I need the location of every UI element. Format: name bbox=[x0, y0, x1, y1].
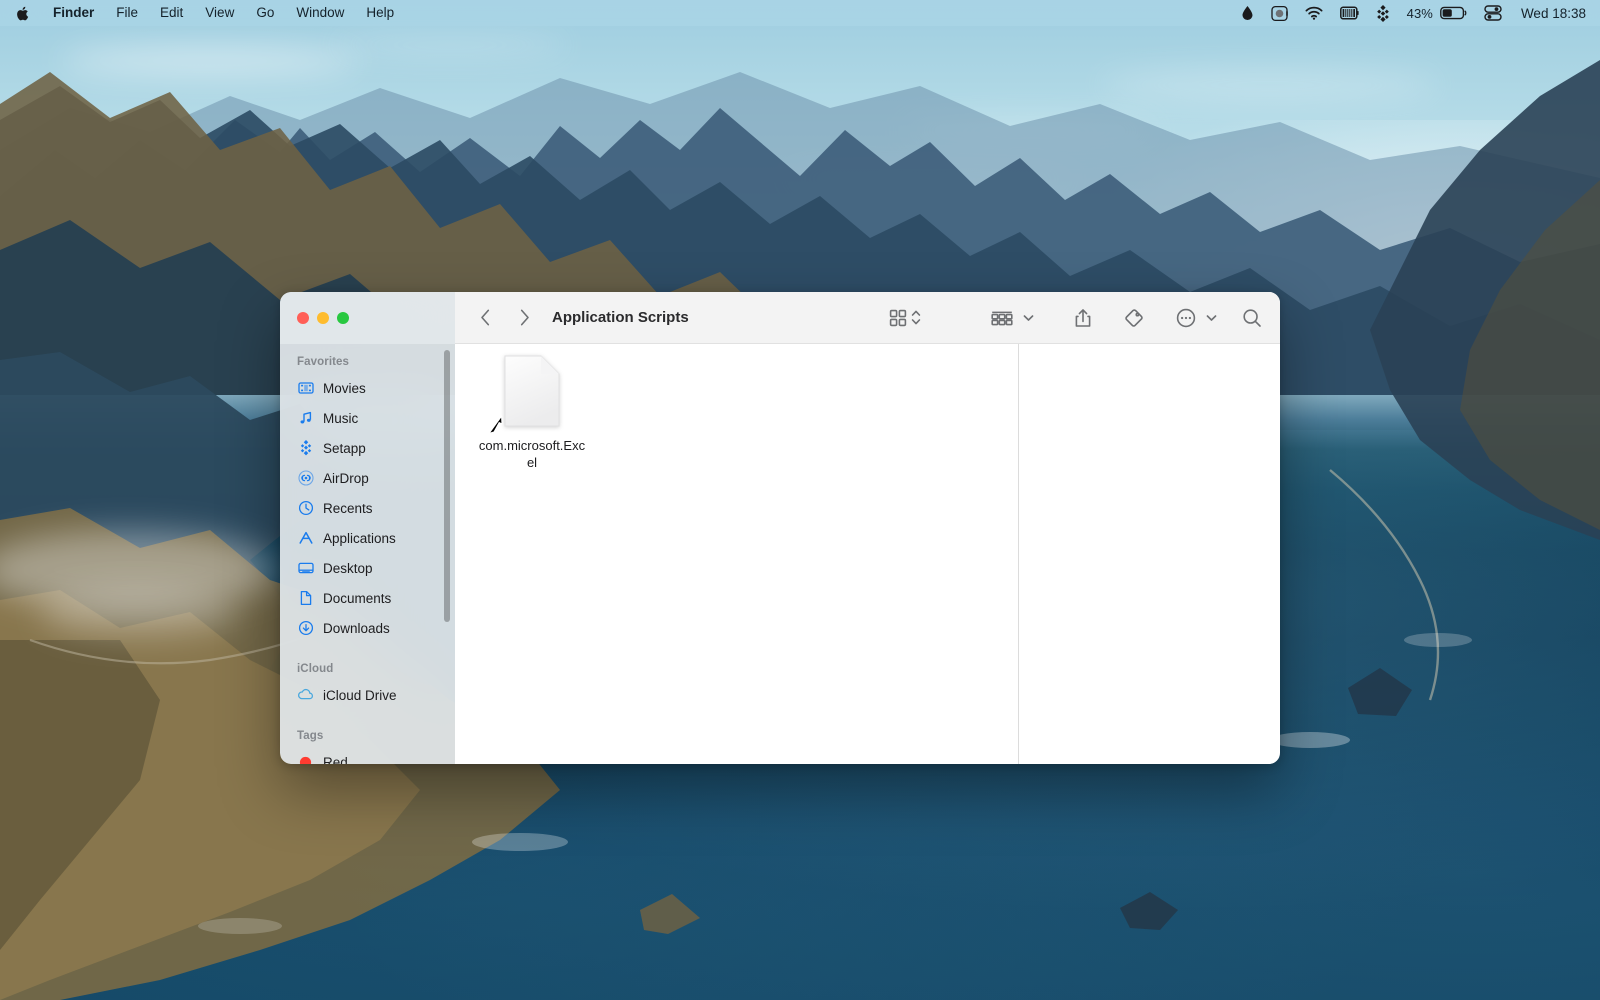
sidebar-item-airdrop[interactable]: AirDrop bbox=[280, 463, 455, 493]
back-button[interactable] bbox=[471, 304, 499, 332]
screenshot-camera-icon[interactable] bbox=[1270, 5, 1288, 22]
red-tag-dot-icon bbox=[297, 754, 314, 764]
sidebar-item-music[interactable]: Music bbox=[280, 403, 455, 433]
sidebar-scrollbar[interactable] bbox=[444, 350, 450, 622]
menu-item-finder[interactable]: Finder bbox=[42, 0, 105, 26]
battery-health-icon[interactable] bbox=[1339, 6, 1359, 20]
control-center-icon[interactable] bbox=[1484, 5, 1502, 21]
chevron-down-icon[interactable] bbox=[1023, 314, 1034, 322]
menu-item-file[interactable]: File bbox=[105, 0, 149, 26]
close-button[interactable] bbox=[297, 312, 309, 324]
downloads-icon bbox=[297, 620, 314, 637]
menu-item-go[interactable]: Go bbox=[245, 0, 285, 26]
icloud-icon bbox=[297, 687, 314, 704]
menu-bar-left: Finder File Edit View Go Window Help bbox=[0, 0, 405, 26]
sidebar-item-label: AirDrop bbox=[323, 470, 369, 486]
cloud-low bbox=[40, 588, 240, 638]
sidebar-item-label: Music bbox=[323, 410, 359, 426]
music-note-icon bbox=[297, 410, 314, 427]
finder-window[interactable]: Favorites Movies Music Setapp AirDrop Re… bbox=[280, 292, 1280, 764]
sidebar-item-label: Applications bbox=[323, 530, 396, 546]
column-divider[interactable] bbox=[1018, 292, 1019, 764]
menu-item-edit[interactable]: Edit bbox=[149, 0, 194, 26]
forward-button[interactable] bbox=[510, 304, 538, 332]
setapp-icon[interactable] bbox=[1376, 4, 1390, 22]
sidebar-section-tags-header: Tags bbox=[297, 730, 324, 742]
sidebar-item-applications[interactable]: Applications bbox=[280, 523, 455, 553]
finder-sidebar[interactable]: Favorites Movies Music Setapp AirDrop Re… bbox=[280, 292, 455, 764]
chevron-down-icon[interactable] bbox=[1206, 314, 1217, 322]
applications-icon bbox=[297, 530, 314, 547]
share-button[interactable] bbox=[1065, 303, 1101, 333]
menu-item-help[interactable]: Help bbox=[355, 0, 405, 26]
finder-body: Favorites Movies Music Setapp AirDrop Re… bbox=[280, 292, 1280, 764]
toolbar-buttons bbox=[880, 303, 1262, 333]
sidebar-item-label: iCloud Drive bbox=[323, 687, 397, 703]
more-actions-button[interactable] bbox=[1167, 303, 1226, 333]
finder-content-area[interactable]: com.microsoft.Excel bbox=[455, 292, 1280, 764]
menu-bar-clock[interactable]: Wed 18:38 bbox=[1521, 6, 1586, 21]
minimize-button[interactable] bbox=[317, 312, 329, 324]
desktop-icon bbox=[297, 560, 314, 577]
setapp-icon bbox=[297, 440, 314, 457]
sidebar-item-recents[interactable]: Recents bbox=[280, 493, 455, 523]
window-title: Application Scripts bbox=[552, 309, 689, 326]
file-item[interactable]: com.microsoft.Excel bbox=[473, 354, 591, 471]
sidebar-item-label: Red bbox=[323, 754, 348, 765]
sidebar-item-label: Movies bbox=[323, 380, 366, 396]
sidebar-item-label: Setapp bbox=[323, 440, 366, 456]
sidebar-item-setapp[interactable]: Setapp bbox=[280, 433, 455, 463]
sidebar-item-icloud-drive[interactable]: iCloud Drive bbox=[280, 680, 455, 710]
sidebar-item-label: Desktop bbox=[323, 560, 373, 576]
search-button[interactable] bbox=[1226, 303, 1262, 333]
finder-titlebar: Application Scripts bbox=[280, 292, 1280, 344]
sidebar-item-tag-red[interactable]: Red bbox=[280, 747, 455, 764]
menu-item-window[interactable]: Window bbox=[285, 0, 355, 26]
clock-icon bbox=[297, 500, 314, 517]
movies-icon bbox=[297, 380, 314, 397]
sidebar-item-downloads[interactable]: Downloads bbox=[280, 613, 455, 643]
droplet-icon[interactable] bbox=[1241, 5, 1254, 21]
sidebar-item-label: Recents bbox=[323, 500, 373, 516]
battery-percent-label: 43% bbox=[1406, 5, 1433, 21]
sidebar-item-label: Downloads bbox=[323, 620, 390, 636]
sidebar-item-desktop[interactable]: Desktop bbox=[280, 553, 455, 583]
battery-icon[interactable] bbox=[1440, 6, 1467, 20]
menu-bar[interactable]: Finder File Edit View Go Window Help 43%… bbox=[0, 0, 1600, 26]
sidebar-section-favorites-header: Favorites bbox=[297, 356, 350, 368]
titlebar-left bbox=[280, 292, 455, 344]
apple-logo-icon[interactable] bbox=[0, 5, 42, 22]
blank-document-icon bbox=[503, 354, 561, 428]
sidebar-item-documents[interactable]: Documents bbox=[280, 583, 455, 613]
wifi-icon[interactable] bbox=[1305, 6, 1323, 20]
finder-toolbar: Application Scripts bbox=[455, 292, 1280, 344]
sidebar-item-label: Documents bbox=[323, 590, 392, 606]
sidebar-scroll-area[interactable]: Favorites Movies Music Setapp AirDrop Re… bbox=[280, 292, 455, 764]
menu-item-view[interactable]: View bbox=[194, 0, 245, 26]
view-grid-button[interactable] bbox=[880, 303, 930, 333]
sidebar-section-icloud-header: iCloud bbox=[297, 663, 334, 675]
group-by-button[interactable] bbox=[982, 303, 1043, 333]
file-name-label: com.microsoft.Excel bbox=[478, 438, 586, 470]
airdrop-icon bbox=[297, 470, 314, 487]
menu-bar-status-area: 43% Wed 18:38 bbox=[1241, 4, 1586, 22]
sidebar-item-movies[interactable]: Movies bbox=[280, 373, 455, 403]
maximize-button[interactable] bbox=[337, 312, 349, 324]
view-stepper-icon[interactable] bbox=[911, 308, 921, 327]
document-icon bbox=[297, 590, 314, 607]
tags-button[interactable] bbox=[1115, 303, 1153, 333]
